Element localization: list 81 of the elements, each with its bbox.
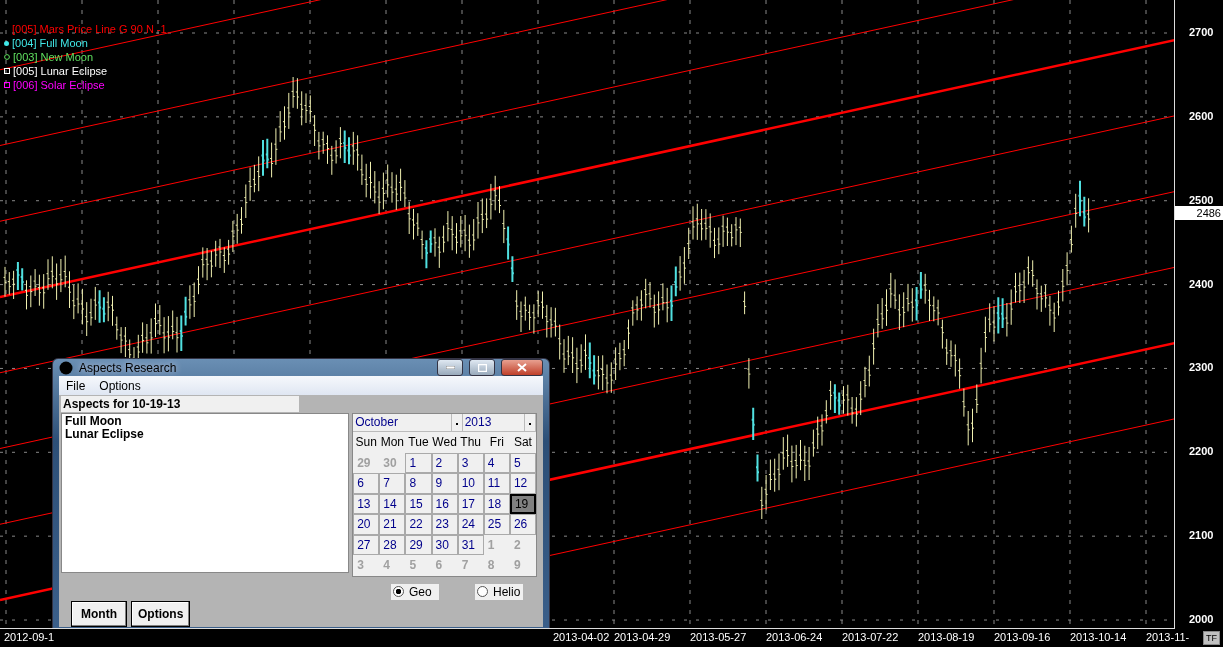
weekday-label: Sat: [512, 434, 533, 451]
minimize-button[interactable]: [437, 359, 463, 376]
push-button[interactable]: Month: [71, 600, 127, 627]
weekday-label: Tue: [407, 434, 430, 451]
date-label: 2013-10-14: [1070, 631, 1127, 643]
date-label: 2013-09-16: [994, 631, 1051, 643]
date-label: 2013-07-22: [842, 631, 899, 643]
legend-label: [006] Solar Eclipse: [13, 79, 105, 91]
close-icon: [517, 363, 527, 372]
weekday-label: Wed: [431, 434, 458, 451]
calendar-day[interactable]: 21: [379, 514, 406, 535]
weekday-label: Thu: [459, 434, 483, 451]
menu-item[interactable]: File: [61, 378, 91, 393]
calendar-day[interactable]: 7: [379, 473, 406, 494]
date-label: 2013-05-27: [690, 631, 747, 643]
calendar-day[interactable]: 23: [431, 514, 458, 535]
calendar-day[interactable]: 22: [405, 514, 432, 535]
calendar-day[interactable]: 24: [457, 514, 484, 535]
calendar-day[interactable]: 13: [353, 493, 380, 514]
price-label: 2300: [1189, 361, 1214, 374]
calendar-day[interactable]: 12: [509, 473, 536, 494]
calendar-day[interactable]: 2: [431, 452, 458, 473]
calendar-day[interactable]: 20: [353, 514, 380, 535]
radio-label: Geo: [409, 584, 432, 599]
calendar-day[interactable]: 27: [353, 534, 380, 555]
calendar-day[interactable]: 29: [405, 534, 432, 555]
close-button[interactable]: [501, 359, 543, 376]
last-price-label: 2486: [1175, 206, 1223, 220]
list-item[interactable]: Full Moon: [65, 415, 346, 428]
calendar-day[interactable]: 14: [379, 493, 406, 514]
calendar-day[interactable]: 5: [509, 452, 536, 473]
legend-label: [005] Mars Price Line G 90 N -1: [12, 23, 167, 35]
calendar-day[interactable]: 28: [379, 534, 406, 555]
tf-button[interactable]: TF: [1203, 630, 1220, 645]
calendar-day[interactable]: 3: [457, 452, 484, 473]
menu-item[interactable]: Options: [94, 378, 146, 393]
radio-option[interactable]: Geo: [391, 583, 439, 600]
calendar-day[interactable]: 4: [483, 452, 510, 473]
price-label: 2200: [1189, 445, 1214, 458]
calendar-day[interactable]: 6: [353, 473, 380, 494]
push-button[interactable]: Options: [131, 600, 191, 627]
month-select[interactable]: October: [353, 414, 451, 431]
weekday-label: Mon: [379, 434, 405, 451]
date-label: 2013-04-29: [614, 631, 671, 643]
price-label: 2700: [1189, 26, 1214, 38]
calendar-day[interactable]: 26: [509, 514, 536, 535]
moon-icon: [59, 360, 73, 375]
price-label: 2000: [1189, 613, 1214, 625]
legend-label: [004] Full Moon: [12, 37, 88, 49]
window-title: Aspects Research: [79, 360, 178, 375]
radio-button[interactable]: [393, 586, 404, 597]
circle-icon: [4, 54, 10, 60]
date-label: 2013-06-24: [766, 631, 823, 643]
maximize-icon: [477, 363, 487, 372]
price-label: 2100: [1189, 529, 1214, 542]
radio-button[interactable]: [477, 586, 488, 597]
calendar-day[interactable]: 8: [405, 473, 432, 494]
radio-option[interactable]: Helio: [475, 583, 523, 600]
price-label: 2400: [1189, 277, 1214, 290]
weekday-label: Fri: [488, 434, 505, 451]
calendar-day[interactable]: 11: [483, 473, 510, 494]
dot-icon: [4, 40, 9, 46]
calendar-day[interactable]: 10: [457, 473, 484, 494]
calendar-day[interactable]: 25: [483, 514, 510, 535]
maximize-button[interactable]: [469, 359, 495, 376]
radio-label: Helio: [493, 584, 521, 599]
year-select[interactable]: 2013: [462, 414, 524, 431]
date-label: 2013-11-: [1146, 631, 1190, 643]
date-label: 2013-08-19: [918, 631, 975, 643]
date-label: 2013-04-02: [553, 631, 610, 643]
list-item[interactable]: Lunar Eclipse: [65, 428, 346, 441]
price-label: 2600: [1189, 109, 1214, 122]
aspects-header: Aspects for 10-19-13: [61, 396, 299, 412]
legend-label: [005] Lunar Eclipse: [13, 65, 108, 77]
calendar-day[interactable]: 9: [431, 473, 458, 494]
calendar-day[interactable]: 1: [405, 452, 432, 473]
calendar-day[interactable]: 15: [405, 493, 432, 514]
weekday-label: Sun: [354, 434, 378, 451]
date-label: 2012-09-1: [4, 631, 55, 643]
price-label: 2500: [1189, 193, 1214, 206]
minimize-icon: [445, 366, 455, 369]
